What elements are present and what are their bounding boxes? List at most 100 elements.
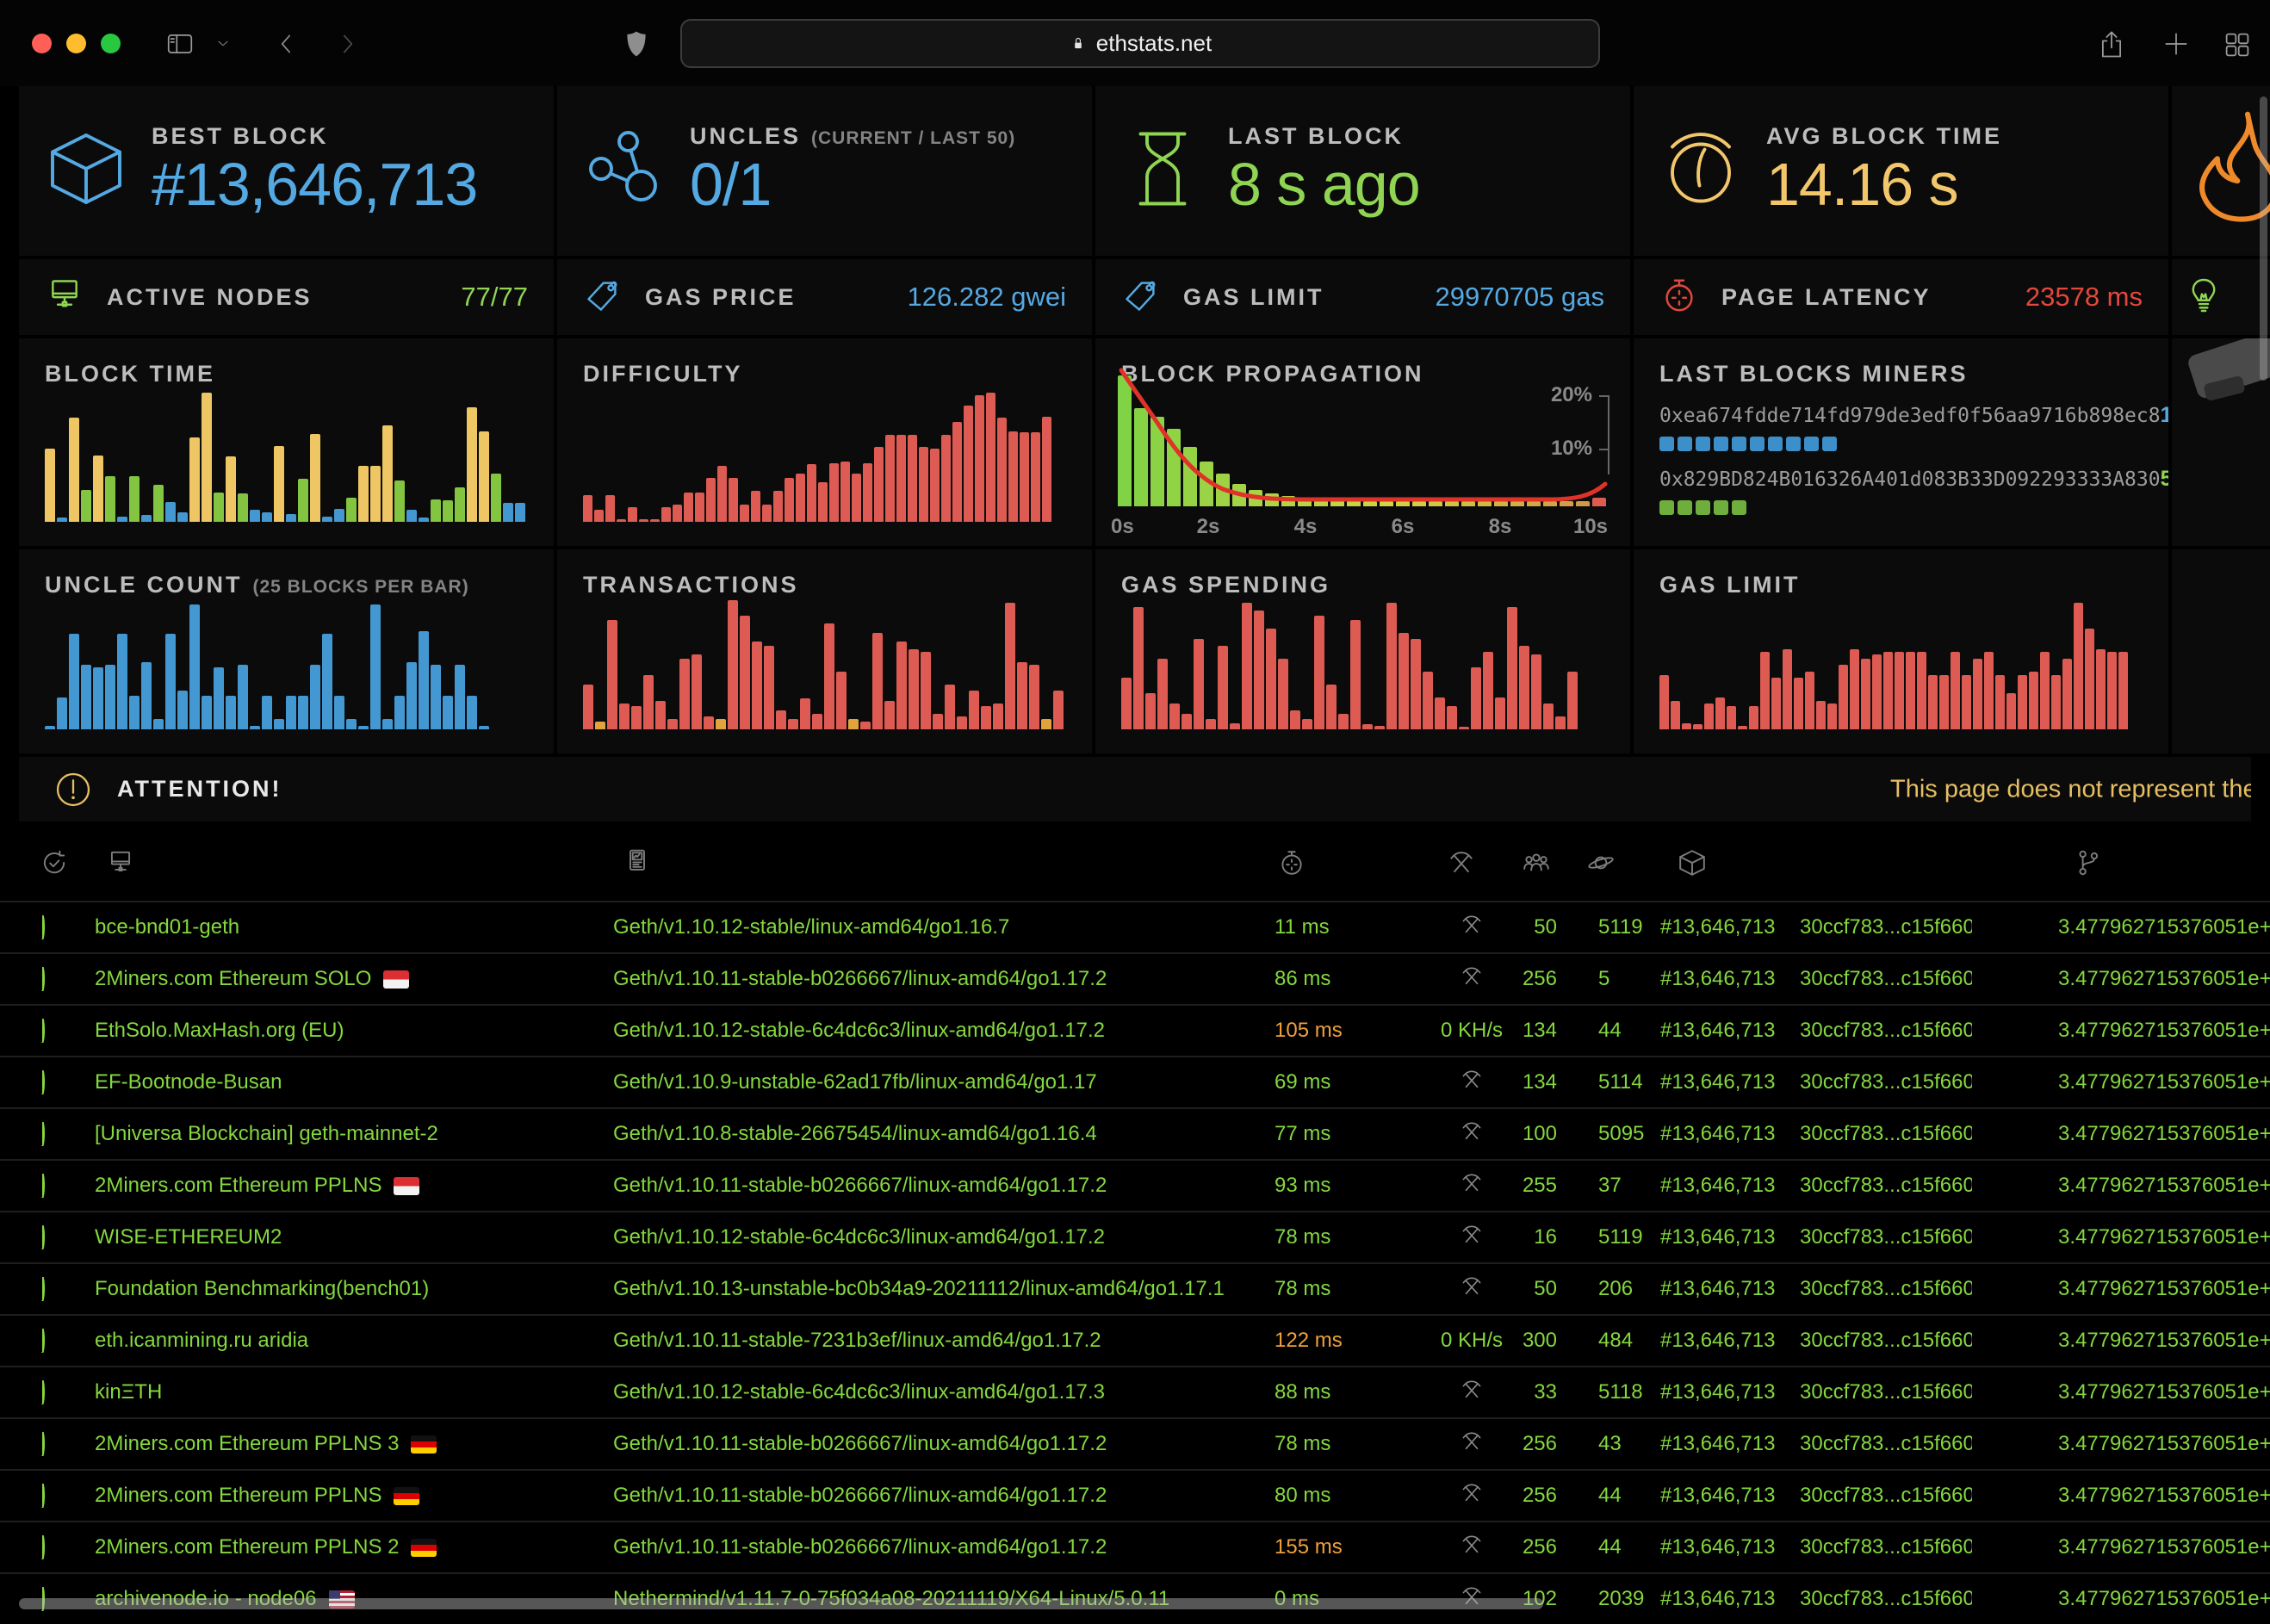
table-header-col-7[interactable] — [1560, 848, 1645, 882]
node-name-cell[interactable]: [Universa Blockchain] geth-mainnet-2 — [78, 1122, 603, 1146]
close-window-button[interactable] — [32, 34, 52, 53]
chart-bar — [129, 476, 140, 522]
node-total-difficulty: 3.477962715376051e+2 — [1972, 1484, 2270, 1508]
status-cell — [0, 1122, 78, 1146]
node-name-cell[interactable]: bce-bnd01-geth — [78, 915, 603, 939]
status-cell — [0, 1019, 78, 1043]
node-status-icon — [40, 1277, 45, 1301]
vertical-scrollbar[interactable] — [2260, 96, 2267, 381]
node-client-version: Geth/v1.10.12-stable/linux-amd64/go1.16.… — [603, 915, 1257, 939]
privacy-shield-icon[interactable] — [622, 29, 651, 59]
chart-bar — [673, 505, 682, 522]
node-client-version: Geth/v1.10.11-stable-7231b3ef/linux-amd6… — [603, 1329, 1257, 1353]
table-row[interactable]: WISE-ETHEREUM2Geth/v1.10.12-stable-6c4dc… — [0, 1211, 2270, 1262]
node-name-cell[interactable]: 2Miners.com Ethereum PPLNS 2 — [78, 1535, 603, 1559]
miner-address-line: 0xea674fdde714fd979de3edf0f56aa9716b898e… — [1659, 403, 2143, 428]
lock-icon — [1069, 34, 1088, 53]
node-map-sliver — [2172, 338, 2270, 546]
tab-overview-button[interactable] — [2222, 29, 2253, 60]
table-row[interactable]: Foundation Benchmarking(bench01)Geth/v1.… — [0, 1262, 2270, 1314]
chart-bar — [595, 722, 605, 729]
miner-address[interactable]: 0x829BD824B016326A401d083B33D092293333A8… — [1659, 468, 2161, 491]
chart-bar — [655, 701, 666, 729]
dashboard: BEST BLOCK#13,646,713UNCLES(CURRENT / LA… — [0, 86, 2270, 1614]
chart-title: BLOCK TIME — [45, 361, 528, 387]
zoom-window-button[interactable] — [101, 34, 121, 53]
node-client-version: Geth/v1.10.8-stable-26675454/linux-amd64… — [603, 1122, 1257, 1146]
table-header-col-5[interactable] — [1412, 848, 1511, 882]
address-bar[interactable]: ethstats.net — [680, 19, 1600, 68]
chart-bar — [214, 493, 224, 522]
chart-bar — [1850, 649, 1859, 729]
chart-bar — [1760, 652, 1770, 729]
mining-icon — [1460, 964, 1484, 989]
table-row[interactable]: eth.icanmining.ru aridiaGeth/v1.10.11-st… — [0, 1314, 2270, 1366]
transactions-panel: TRANSACTIONS — [557, 549, 1092, 753]
table-row[interactable]: 2Miners.com Ethereum PPLNS 3Geth/v1.10.1… — [0, 1417, 2270, 1469]
chart-bar — [751, 491, 760, 522]
table-row[interactable]: 2Miners.com Ethereum PPLNSGeth/v1.10.11-… — [0, 1159, 2270, 1211]
node-name-cell[interactable]: WISE-ETHEREUM2 — [78, 1225, 603, 1249]
table-row[interactable]: 2Miners.com Ethereum PPLNSGeth/v1.10.11-… — [0, 1469, 2270, 1521]
chart-bar — [628, 507, 637, 522]
table-header-col-10[interactable] — [1972, 848, 2270, 882]
chart-bar — [1738, 726, 1747, 730]
node-name-cell[interactable]: 2Miners.com Ethereum PPLNS — [78, 1484, 603, 1508]
node-name-cell[interactable]: kinΞTH — [78, 1380, 603, 1404]
forward-button[interactable] — [332, 29, 362, 59]
node-name-cell[interactable]: eth.icanmining.ru aridia — [78, 1329, 603, 1353]
node-name-cell[interactable]: Foundation Benchmarking(bench01) — [78, 1277, 603, 1301]
node-status-icon — [40, 1122, 45, 1146]
node-status-icon — [40, 1432, 45, 1456]
chart-bar — [863, 463, 872, 522]
table-row[interactable]: EthSolo.MaxHash.org (EU)Geth/v1.10.12-st… — [0, 1004, 2270, 1056]
node-name-cell[interactable]: 2Miners.com Ethereum PPLNS — [78, 1174, 603, 1198]
minimize-window-button[interactable] — [66, 34, 86, 53]
cube-icon — [45, 127, 127, 214]
node-name-cell[interactable]: 2Miners.com Ethereum SOLO — [78, 967, 603, 991]
node-latency: 11 ms — [1257, 915, 1412, 939]
miner-address[interactable]: 0xea674fdde714fd979de3edf0f56aa9716b898e… — [1659, 405, 2161, 427]
node-last-block: #13,646,713 — [1645, 1225, 1787, 1249]
chart-bar — [800, 698, 810, 729]
table-row[interactable]: 2Miners.com Ethereum SOLOGeth/v1.10.11-s… — [0, 952, 2270, 1004]
table-header-col-6[interactable] — [1511, 848, 1560, 882]
chart-bar — [467, 407, 477, 522]
table-header-col-8[interactable] — [1645, 848, 1787, 882]
node-name-cell[interactable]: 2Miners.com Ethereum PPLNS 3 — [78, 1432, 603, 1456]
gas-limit-panel: GAS LIMIT — [1634, 549, 2168, 753]
chart-bar — [1386, 603, 1397, 729]
chart-bar — [717, 466, 727, 522]
table-header-col-2[interactable] — [78, 848, 603, 882]
node-latency: 86 ms — [1257, 967, 1412, 991]
reload-button[interactable] — [1562, 32, 1586, 56]
table-header-col-1[interactable] — [0, 848, 78, 882]
node-name-cell[interactable]: EthSolo.MaxHash.org (EU) — [78, 1019, 603, 1043]
table-row[interactable]: 2Miners.com Ethereum PPLNS 2Geth/v1.10.1… — [0, 1521, 2270, 1572]
table-row[interactable]: [Universa Blockchain] geth-mainnet-2Geth… — [0, 1107, 2270, 1159]
chart-bar — [909, 649, 919, 729]
back-button[interactable] — [272, 29, 301, 59]
chart-bar — [2096, 649, 2106, 729]
share-button[interactable] — [2096, 29, 2127, 60]
node-mining-cell — [1412, 1223, 1511, 1253]
chart-bar — [1350, 620, 1361, 730]
node-block-hash: 30ccf783...c15f660f — [1787, 1070, 1972, 1094]
table-row[interactable]: EF-Bootnode-BusanGeth/v1.10.9-unstable-6… — [0, 1056, 2270, 1107]
sg-flag-icon — [394, 1177, 419, 1195]
chart-bar — [394, 480, 405, 522]
node-peers: 134 — [1511, 1019, 1560, 1043]
table-row[interactable]: kinΞTHGeth/v1.10.12-stable-6c4dc6c3/linu… — [0, 1366, 2270, 1417]
horizontal-scrollbar[interactable] — [19, 1598, 1543, 1609]
chart-bar — [1278, 659, 1288, 730]
sidebar-toggle-icon[interactable] — [165, 29, 195, 59]
new-tab-button[interactable] — [2161, 29, 2191, 59]
chevron-down-icon[interactable] — [215, 36, 231, 52]
node-last-block: #13,646,713 — [1645, 1019, 1787, 1043]
node-client-version: Geth/v1.10.12-stable-6c4dc6c3/linux-amd6… — [603, 1225, 1257, 1249]
node-name-cell[interactable]: EF-Bootnode-Busan — [78, 1070, 603, 1094]
table-row[interactable]: bce-bnd01-gethGeth/v1.10.12-stable/linux… — [0, 901, 2270, 952]
table-header-col-3[interactable] — [603, 848, 1257, 882]
table-header-col-4[interactable] — [1257, 848, 1412, 882]
monitor-icon — [623, 848, 652, 877]
